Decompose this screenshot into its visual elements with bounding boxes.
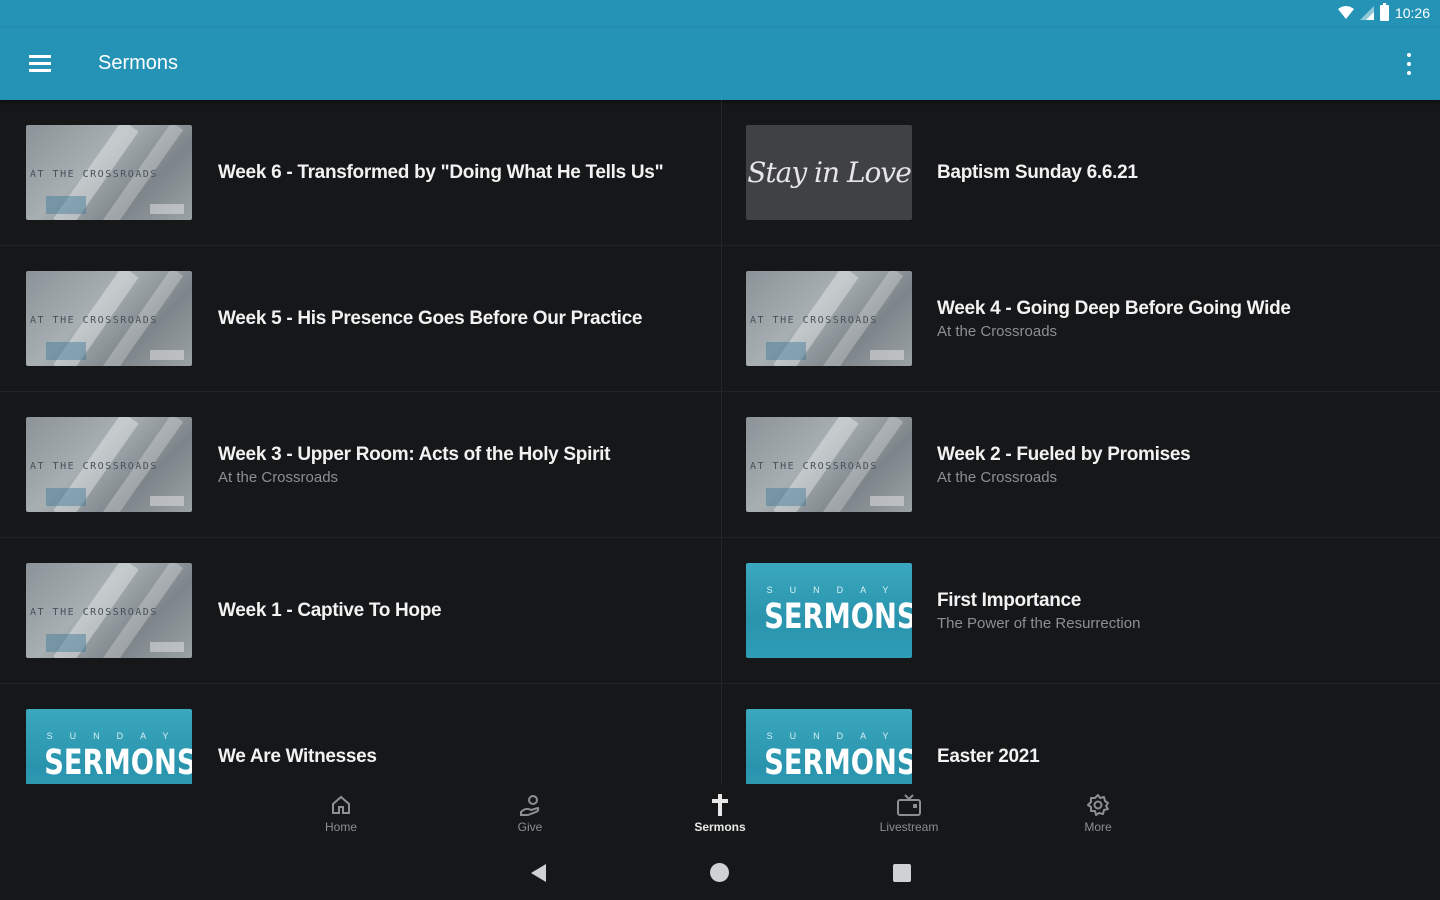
wifi-icon xyxy=(1337,6,1354,19)
status-bar: 10:26 xyxy=(0,0,1440,28)
list-row: SUNDAY SERMONS We Are Witnesses SUNDAY SERMO… xyxy=(0,684,1440,784)
sunday-sermons-thumbnail: SUNDAY SERMONS xyxy=(746,709,912,784)
gear-icon xyxy=(1085,792,1111,818)
sermon-text: Week 6 - Transformed by "Doing What He T… xyxy=(218,100,708,246)
sermon-text: Baptism Sunday 6.6.21 xyxy=(937,100,1427,246)
sermon-title: Week 2 - Fueled by Promises xyxy=(937,444,1191,465)
thumbnail-text: Stay in Love xyxy=(747,156,912,189)
status-icons: 10:26 xyxy=(1337,3,1430,21)
nav-label-livestream: Livestream xyxy=(879,820,939,834)
sermon-title: First Importance xyxy=(937,590,1082,611)
list-row: AT THE CROSSROADS Week 1 - Captive To Hop… xyxy=(0,538,1440,684)
sermon-title: Week 1 - Captive To Hope xyxy=(218,600,442,621)
sermon-text: First Importance The Power of the Resurre… xyxy=(937,538,1427,684)
sermon-list: AT THE CROSSROADS Week 6 - Transformed by… xyxy=(0,100,1440,784)
sermon-title: Week 5 - His Presence Goes Before Our Pr… xyxy=(218,308,643,329)
sermon-subtitle: At the Crossroads xyxy=(218,469,339,486)
sermon-item[interactable]: AT THE CROSSROADS Week 6 - Transformed by… xyxy=(0,100,720,246)
sunday-sermons-thumbnail: SUNDAY SERMONS xyxy=(26,709,192,784)
battery-icon xyxy=(1379,3,1389,21)
system-nav-bar xyxy=(0,844,1440,900)
sermon-text: Week 3 - Upper Room: Acts of the Holy Sp… xyxy=(218,392,708,538)
sermon-text: Easter 2021 xyxy=(937,684,1427,784)
sermon-item[interactable]: SUNDAY SERMONS We Are Witnesses xyxy=(0,684,720,784)
thumbnail-text: SUNDAY xyxy=(766,731,906,741)
nav-label-home: Home xyxy=(324,820,357,834)
thumbnail-text: SERMONS xyxy=(764,597,912,637)
thumbnail-text: AT THE CROSSROADS xyxy=(30,461,158,472)
tv-icon xyxy=(896,792,922,818)
crossroads-thumbnail: AT THE CROSSROADS xyxy=(26,125,192,220)
list-row: AT THE CROSSROADS Week 6 - Transformed by… xyxy=(0,100,1440,246)
sermon-text: Week 2 - Fueled by Promises At the Crossr… xyxy=(937,392,1427,538)
sermon-item[interactable]: AT THE CROSSROADS Week 2 - Fueled by Prom… xyxy=(721,392,1440,538)
nav-item-more[interactable]: More xyxy=(1053,792,1143,840)
nav-item-home[interactable]: Home xyxy=(296,792,386,840)
crossroads-thumbnail: AT THE CROSSROADS xyxy=(26,563,192,658)
thumbnail-text: SERMONS xyxy=(764,743,912,783)
nav-item-give[interactable]: Give xyxy=(485,792,575,840)
overflow-menu-icon[interactable] xyxy=(1406,53,1412,75)
thumbnail-text: SUNDAY xyxy=(46,731,186,741)
thumbnail-text: AT THE CROSSROADS xyxy=(30,607,158,618)
sermon-item[interactable]: Stay in Love Baptism Sunday 6.6.21 xyxy=(721,100,1440,246)
thumbnail-text: AT THE CROSSROADS xyxy=(750,315,878,326)
stay-in-love-thumbnail: Stay in Love xyxy=(746,125,912,220)
sermon-subtitle: The Power of the Resurrection xyxy=(937,615,1141,632)
crossroads-thumbnail: AT THE CROSSROADS xyxy=(26,417,192,512)
sermon-subtitle: At the Crossroads xyxy=(937,469,1058,486)
thumbnail-text: AT THE CROSSROADS xyxy=(750,461,878,472)
sermon-item[interactable]: AT THE CROSSROADS Week 5 - His Presence G… xyxy=(0,246,720,392)
nav-label-more: More xyxy=(1084,820,1112,834)
sermon-title: Easter 2021 xyxy=(937,746,1040,767)
crossroads-thumbnail: AT THE CROSSROADS xyxy=(26,271,192,366)
crossroads-thumbnail: AT THE CROSSROADS xyxy=(746,417,912,512)
nav-item-sermons[interactable]: Sermons xyxy=(675,792,765,840)
status-time: 10:26 xyxy=(1394,5,1430,21)
thumbnail-text: AT THE CROSSROADS xyxy=(30,315,158,326)
thumbnail-text: AT THE CROSSROADS xyxy=(30,169,158,180)
cross-icon xyxy=(707,792,733,818)
page-title: Sermons xyxy=(98,52,179,74)
thumbnail-text: SERMONS xyxy=(44,743,192,783)
sermon-item[interactable]: AT THE CROSSROADS Week 3 - Upper Room: Ac… xyxy=(0,392,720,538)
nav-label-sermons: Sermons xyxy=(694,820,746,834)
menu-icon[interactable] xyxy=(29,55,51,73)
give-icon xyxy=(517,792,543,818)
sermon-item[interactable]: AT THE CROSSROADS Week 1 - Captive To Hop… xyxy=(0,538,720,684)
sermon-subtitle: At the Crossroads xyxy=(937,323,1058,340)
sermon-item[interactable]: SUNDAY SERMONS First Importance The Power o… xyxy=(721,538,1440,684)
crossroads-thumbnail: AT THE CROSSROADS xyxy=(746,271,912,366)
back-icon[interactable] xyxy=(528,863,548,883)
list-row: AT THE CROSSROADS Week 5 - His Presence G… xyxy=(0,246,1440,392)
sermon-text: We Are Witnesses xyxy=(218,684,708,784)
home-button-icon[interactable] xyxy=(710,863,729,882)
nav-label-give: Give xyxy=(517,820,543,834)
recents-icon[interactable] xyxy=(893,864,911,882)
app-bar: Sermons xyxy=(0,28,1440,100)
sermon-title: Week 3 - Upper Room: Acts of the Holy Sp… xyxy=(218,444,611,465)
sermon-item[interactable]: AT THE CROSSROADS Week 4 - Going Deep Bef… xyxy=(721,246,1440,392)
home-icon xyxy=(328,792,354,818)
sermon-title: Week 4 - Going Deep Before Going Wide xyxy=(937,298,1291,319)
sermon-text: Week 5 - His Presence Goes Before Our Pr… xyxy=(218,246,708,392)
sermon-text: Week 4 - Going Deep Before Going Wide At … xyxy=(937,246,1427,392)
thumbnail-text: SUNDAY xyxy=(766,585,906,595)
signal-icon xyxy=(1359,6,1374,20)
sermon-item[interactable]: SUNDAY SERMONS Easter 2021 xyxy=(721,684,1440,784)
nav-item-livestream[interactable]: Livestream xyxy=(864,792,954,840)
sermon-title: Baptism Sunday 6.6.21 xyxy=(937,162,1138,183)
sunday-sermons-thumbnail: SUNDAY SERMONS xyxy=(746,563,912,658)
sermon-title: Week 6 - Transformed by "Doing What He T… xyxy=(218,162,664,183)
sermon-text: Week 1 - Captive To Hope xyxy=(218,538,708,684)
sermon-title: We Are Witnesses xyxy=(218,746,377,767)
bottom-nav: Home Give Sermons Livestream More xyxy=(0,784,1440,844)
list-row: AT THE CROSSROADS Week 3 - Upper Room: Ac… xyxy=(0,392,1440,538)
